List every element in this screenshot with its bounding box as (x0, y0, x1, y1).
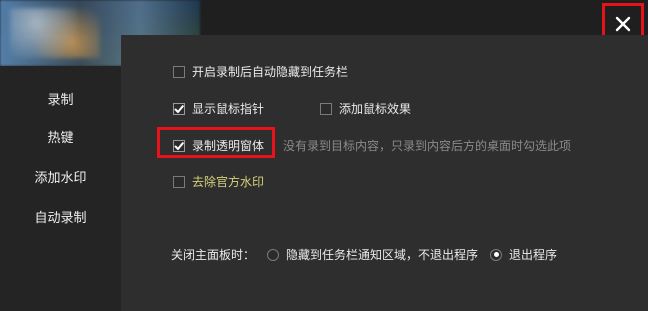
auto-hide-label: 开启录制后自动隐藏到任务栏 (192, 65, 349, 79)
remove-watermark-checkbox[interactable] (173, 175, 185, 188)
sidebar-item-hotkeys[interactable]: 热键 (0, 124, 121, 148)
option-hide-to-tray-label: 隐藏到任务栏通知区域，不退出程序 (286, 248, 479, 262)
record-transparent-hint: 没有录到目标内容，只录到内容后方的桌面时勾选此项 (283, 139, 572, 153)
auto-hide-option[interactable]: 开启录制后自动隐藏到任务栏 (173, 63, 348, 80)
radio-exit-program[interactable] (490, 248, 503, 261)
option-exit-program-label: 退出程序 (509, 248, 558, 262)
checkmark-icon (174, 104, 184, 113)
close-panel-setting: 关闭主面板时： 隐藏到任务栏通知区域，不退出程序 退出程序 (171, 246, 557, 263)
option-hide-to-tray[interactable]: 隐藏到任务栏通知区域，不退出程序 (267, 246, 478, 263)
record-transparent-checkbox[interactable] (173, 139, 185, 152)
sidebar-item-record[interactable]: 录制 (0, 86, 121, 110)
cursor-effect-checkbox[interactable] (320, 102, 332, 115)
close-icon (615, 16, 631, 32)
cursor-effect-option[interactable]: 添加鼠标效果 (320, 100, 411, 117)
remove-watermark-label: 去除官方水印 (192, 175, 265, 189)
radio-hide-to-tray[interactable] (267, 248, 280, 261)
sidebar: 录制 热键 添加水印 自动录制 (0, 66, 121, 311)
sidebar-item-label: 自动录制 (34, 210, 87, 226)
close-panel-label: 关闭主面板时： (171, 248, 256, 262)
show-cursor-checkbox[interactable] (173, 102, 185, 115)
sidebar-item-label: 录制 (47, 92, 74, 108)
sidebar-item-auto-record[interactable]: 自动录制 (0, 204, 121, 228)
remove-watermark-option[interactable]: 去除官方水印 (173, 173, 264, 190)
option-exit-program[interactable]: 退出程序 (490, 246, 557, 263)
show-cursor-option[interactable]: 显示鼠标指针 (173, 100, 264, 117)
sidebar-item-watermark[interactable]: 添加水印 (0, 164, 121, 188)
checkmark-icon (174, 141, 184, 150)
record-transparent-label: 录制透明窗体 (192, 139, 265, 153)
show-cursor-label: 显示鼠标指针 (192, 102, 265, 116)
sidebar-item-label: 添加水印 (34, 170, 87, 186)
cursor-effect-label: 添加鼠标效果 (339, 102, 412, 116)
radio-selected-dot (493, 252, 499, 257)
sidebar-item-label: 热键 (47, 130, 74, 146)
auto-hide-checkbox[interactable] (173, 65, 185, 78)
record-transparent-option[interactable]: 录制透明窗体 没有录到目标内容，只录到内容后方的桌面时勾选此项 (173, 137, 571, 154)
